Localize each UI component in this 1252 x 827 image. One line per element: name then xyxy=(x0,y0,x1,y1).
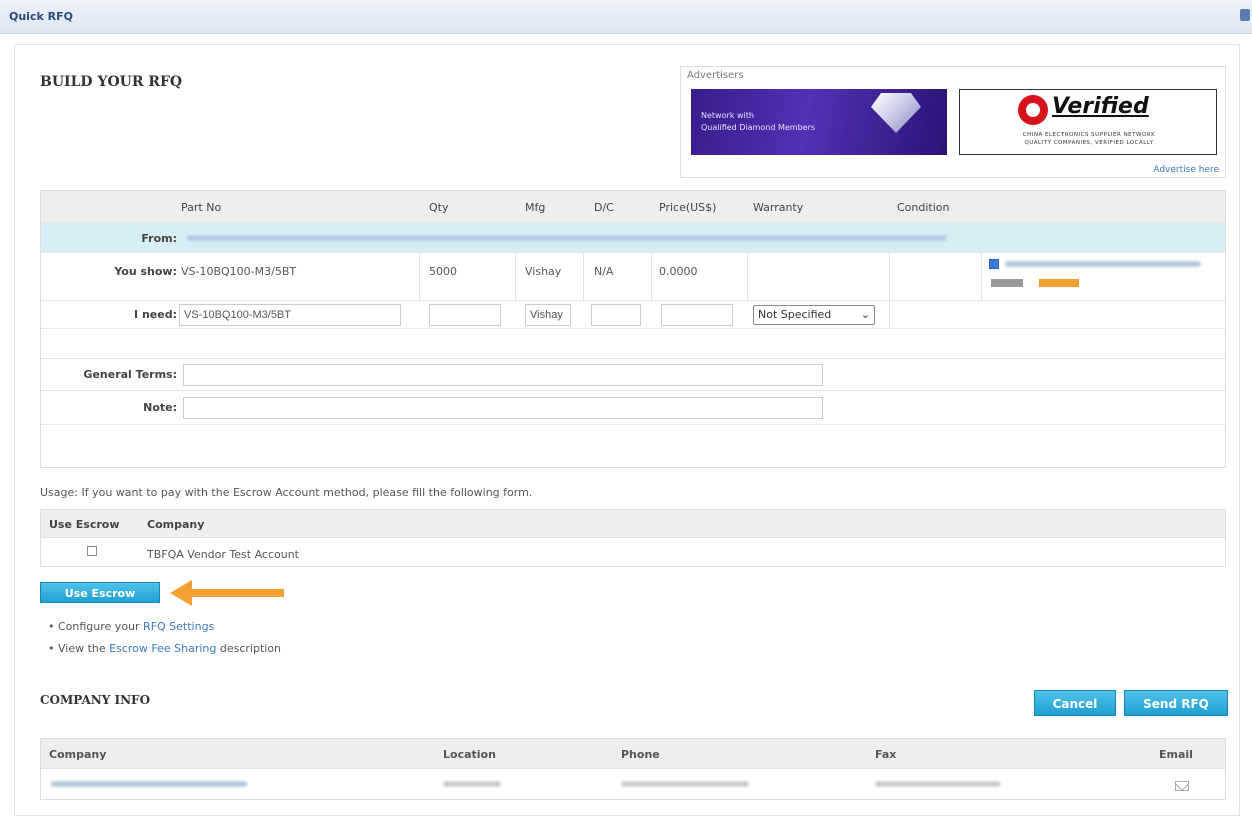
company-info-header-row: Company Location Phone Fax Email xyxy=(41,739,1225,769)
verified-title: Verified xyxy=(1052,94,1149,119)
from-vendor-redacted xyxy=(187,235,947,241)
header-price: Price(US$) xyxy=(659,201,717,214)
ci-header-email: Email xyxy=(1159,748,1193,761)
advertisers-box: Advertisers Network with Qualified Diamo… xyxy=(680,66,1226,178)
you-show-label: You show: xyxy=(114,265,177,278)
vendor-select-checkbox[interactable] xyxy=(989,259,999,269)
view-prefix: View the xyxy=(58,642,110,655)
advertise-here-link[interactable]: Advertise here xyxy=(1153,165,1219,175)
from-label: From: xyxy=(141,232,177,245)
diamond-icon xyxy=(871,93,921,133)
need-dc-input[interactable] xyxy=(591,304,641,326)
ci-header-location: Location xyxy=(443,748,496,761)
spacer-row xyxy=(41,329,1225,359)
phone-redacted xyxy=(621,781,749,787)
pointer-arrow-icon xyxy=(170,580,284,606)
vendor-link-redacted[interactable] xyxy=(1005,261,1201,267)
verified-ad[interactable]: Verified CHINA ELECTRONICS SUPPLIER NETW… xyxy=(959,89,1217,155)
ci-header-phone: Phone xyxy=(621,748,660,761)
header-part-no: Part No xyxy=(181,201,222,214)
cancel-button[interactable]: Cancel xyxy=(1034,690,1116,716)
header-warranty: Warranty xyxy=(753,201,804,214)
ci-header-fax: Fax xyxy=(875,748,897,761)
ad1-line1: Network with xyxy=(701,111,754,120)
note-row: Note: xyxy=(41,391,1225,425)
note-label: Note: xyxy=(143,401,177,414)
company-info-heading: COMPANY INFO xyxy=(40,693,151,707)
config-bullet: • Configure your RFQ Settings xyxy=(48,620,215,633)
general-terms-label: General Terms: xyxy=(83,368,177,381)
table-footer-space xyxy=(41,425,1225,469)
show-dc: N/A xyxy=(594,265,614,278)
escrow-fee-bullet: • View the Escrow Fee Sharing descriptio… xyxy=(48,642,282,655)
escrow-table: Use Escrow Company TBFQA Vendor Test Acc… xyxy=(40,509,1226,567)
use-escrow-checkbox[interactable] xyxy=(87,546,97,556)
show-price: 0.0000 xyxy=(659,265,698,278)
chevron-down-icon: ⌄ xyxy=(860,308,870,321)
fax-redacted xyxy=(875,781,1001,787)
header-company: Company xyxy=(147,518,205,531)
dialog-title: Quick RFQ xyxy=(9,10,73,23)
usage-text: Usage: If you want to pay with the Escro… xyxy=(40,486,533,499)
header-use-escrow: Use Escrow xyxy=(49,518,120,531)
need-qty-input[interactable] xyxy=(429,304,501,326)
header-qty: Qty xyxy=(429,201,449,214)
show-mfg: Vishay xyxy=(525,265,562,278)
verified-seal-icon xyxy=(1018,95,1048,125)
header-condition: Condition xyxy=(897,201,950,214)
escrow-header-row: Use Escrow Company xyxy=(41,510,1225,538)
general-terms-input[interactable] xyxy=(183,364,823,386)
you-show-row: You show: VS-10BQ100-M3/5BT 5000 Vishay … xyxy=(41,253,1225,301)
header-mfg: Mfg xyxy=(525,201,546,214)
i-need-label: I need: xyxy=(134,308,177,321)
ci-header-company: Company xyxy=(49,748,107,761)
rfq-table: Part No Qty Mfg D/C Price(US$) Warranty … xyxy=(40,190,1226,468)
show-qty: 5000 xyxy=(429,265,457,278)
i-need-row: I need: Not Specified ⌄ xyxy=(41,301,1225,329)
email-icon[interactable] xyxy=(1175,781,1189,791)
general-terms-row: General Terms: xyxy=(41,359,1225,391)
advertisers-label: Advertisers xyxy=(687,70,744,81)
build-rfq-heading: BUILD YOUR RFQ xyxy=(40,74,183,90)
need-part-no-input[interactable] xyxy=(179,304,401,326)
send-rfq-button[interactable]: Send RFQ xyxy=(1124,690,1228,716)
warranty-selected-value: Not Specified xyxy=(758,308,832,321)
need-price-input[interactable] xyxy=(661,304,733,326)
verified-subline1: CHINA ELECTRONICS SUPPLIER NETWORK xyxy=(1022,132,1156,138)
diamond-members-ad[interactable]: Network with Qualified Diamond Members xyxy=(691,89,947,155)
rfq-header-row: Part No Qty Mfg D/C Price(US$) Warranty … xyxy=(41,191,1225,223)
dialog-titlebar: Quick RFQ xyxy=(0,0,1252,34)
company-link-redacted[interactable] xyxy=(51,781,247,787)
warranty-select[interactable]: Not Specified ⌄ xyxy=(753,305,875,325)
ad1-line2: Qualified Diamond Members xyxy=(701,123,816,132)
note-input[interactable] xyxy=(183,397,823,419)
vendor-badge xyxy=(991,279,1023,287)
use-escrow-button[interactable]: Use Escrow xyxy=(40,582,160,603)
company-info-table: Company Location Phone Fax Email xyxy=(40,738,1226,800)
verified-subline2: QUALITY COMPANIES, VERIFIED LOCALLY xyxy=(1024,140,1154,146)
escrow-fee-sharing-link[interactable]: Escrow Fee Sharing xyxy=(109,642,216,655)
vendor-rating-badge xyxy=(1039,279,1079,287)
show-part-no: VS-10BQ100-M3/5BT xyxy=(181,265,297,278)
need-mfg-input[interactable] xyxy=(525,304,571,326)
from-row: From: xyxy=(41,223,1225,253)
header-dc: D/C xyxy=(594,201,614,214)
close-icon[interactable] xyxy=(1240,9,1250,21)
location-redacted xyxy=(443,781,501,787)
config-prefix: Configure your xyxy=(58,620,144,633)
escrow-company-name: TBFQA Vendor Test Account xyxy=(147,548,299,561)
view-suffix: description xyxy=(216,642,282,655)
rfq-settings-link[interactable]: RFQ Settings xyxy=(143,620,214,633)
